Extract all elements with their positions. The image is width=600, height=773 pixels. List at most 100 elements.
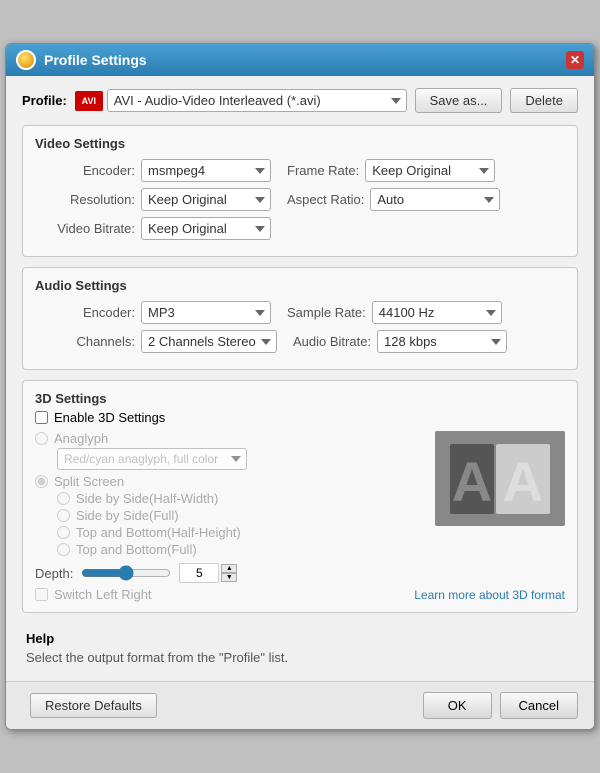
switch-leftright-checkbox[interactable] bbox=[35, 588, 48, 601]
footer-left: Restore Defaults bbox=[22, 693, 157, 718]
sidebyside-full-label: Side by Side(Full) bbox=[76, 508, 179, 523]
profile-label: Profile: bbox=[22, 93, 67, 108]
encoder-pair: Encoder: msmpeg4 bbox=[35, 159, 271, 182]
3d-content: Enable 3D Settings Anaglyph Red/cyan ana… bbox=[35, 410, 565, 602]
aspectratio-select[interactable]: Auto bbox=[370, 188, 500, 211]
topbottom-half-label: Top and Bottom(Half-Height) bbox=[76, 525, 241, 540]
framerate-select[interactable]: Keep Original bbox=[365, 159, 495, 182]
channels-value: 2 Channels Stereo bbox=[141, 330, 277, 353]
samplerate-pair: Sample Rate: 44100 Hz bbox=[287, 301, 502, 324]
close-button[interactable]: ✕ bbox=[566, 51, 584, 69]
ok-button[interactable]: OK bbox=[423, 692, 492, 719]
switch-label-wrapper: Switch Left Right bbox=[35, 587, 152, 602]
channels-pair: Channels: 2 Channels Stereo bbox=[35, 330, 277, 353]
enable-3d-label: Enable 3D Settings bbox=[54, 410, 165, 425]
profile-dropdown[interactable]: AVI - Audio-Video Interleaved (*.avi) bbox=[107, 89, 407, 112]
restore-defaults-button[interactable]: Restore Defaults bbox=[30, 693, 157, 718]
help-title: Help bbox=[26, 631, 574, 646]
audio-encoder-label: Encoder: bbox=[35, 305, 135, 320]
audio-settings-section: Audio Settings Encoder: MP3 Sample Rate:… bbox=[22, 267, 578, 370]
splitscreen-radio[interactable] bbox=[35, 475, 48, 488]
audiobitrate-pair: Audio Bitrate: 128 kbps bbox=[293, 330, 507, 353]
delete-button[interactable]: Delete bbox=[510, 88, 578, 113]
help-section: Help Select the output format from the "… bbox=[22, 623, 578, 669]
sidebyside-full-radio[interactable] bbox=[57, 509, 70, 522]
videobitrate-label: Video Bitrate: bbox=[35, 221, 135, 236]
audiobitrate-label: Audio Bitrate: bbox=[293, 334, 371, 349]
dialog-body: Profile: AVI AVI - Audio-Video Interleav… bbox=[6, 76, 594, 681]
profile-row: Profile: AVI AVI - Audio-Video Interleav… bbox=[22, 88, 578, 113]
samplerate-value: 44100 Hz bbox=[372, 301, 502, 324]
videobitrate-value: Keep Original bbox=[141, 217, 271, 240]
footer-right: OK Cancel bbox=[423, 692, 578, 719]
video-settings-section: Video Settings Encoder: msmpeg4 Frame Ra… bbox=[22, 125, 578, 257]
audio-encoder-select[interactable]: MP3 bbox=[141, 301, 271, 324]
profile-select-wrapper: AVI AVI - Audio-Video Interleaved (*.avi… bbox=[75, 89, 407, 112]
video-row-1: Encoder: msmpeg4 Frame Rate: Keep Origin… bbox=[35, 159, 565, 182]
sidebyside-half-label: Side by Side(Half-Width) bbox=[76, 491, 218, 506]
depth-slider[interactable] bbox=[81, 565, 171, 581]
3d-preview-box: A A bbox=[435, 431, 565, 526]
encoder-label: Encoder: bbox=[35, 163, 135, 178]
sidebyside-half-radio[interactable] bbox=[57, 492, 70, 505]
app-icon bbox=[16, 50, 36, 70]
aspectratio-value: Auto bbox=[370, 188, 500, 211]
audiobitrate-value: 128 kbps bbox=[377, 330, 507, 353]
encoder-select[interactable]: msmpeg4 bbox=[141, 159, 271, 182]
title-bar: Profile Settings ✕ bbox=[6, 44, 594, 76]
switch-row: Switch Left Right Learn more about 3D fo… bbox=[35, 587, 565, 602]
framerate-pair: Frame Rate: Keep Original bbox=[287, 159, 495, 182]
switch-leftright-label: Switch Left Right bbox=[54, 587, 152, 602]
videobitrate-select[interactable]: Keep Original bbox=[141, 217, 271, 240]
framerate-value: Keep Original bbox=[365, 159, 495, 182]
audio-row-1: Encoder: MP3 Sample Rate: 44100 Hz bbox=[35, 301, 565, 324]
depth-decrement-button[interactable]: ▼ bbox=[221, 573, 237, 582]
encoder-value: msmpeg4 bbox=[141, 159, 271, 182]
video-row-2: Resolution: Keep Original Aspect Ratio: … bbox=[35, 188, 565, 211]
topbottom-half-radio-row: Top and Bottom(Half-Height) bbox=[57, 525, 565, 540]
samplerate-select[interactable]: 44100 Hz bbox=[372, 301, 502, 324]
anaglyph-dropdown[interactable]: Red/cyan anaglyph, full color bbox=[57, 448, 247, 470]
profile-settings-dialog: Profile Settings ✕ Profile: AVI AVI - Au… bbox=[5, 43, 595, 730]
topbottom-full-radio-row: Top and Bottom(Full) bbox=[57, 542, 565, 557]
audio-settings-title: Audio Settings bbox=[35, 278, 565, 293]
depth-row: Depth: ▲ ▼ bbox=[35, 563, 565, 583]
audiobitrate-select[interactable]: 128 kbps bbox=[377, 330, 507, 353]
framerate-label: Frame Rate: bbox=[287, 163, 359, 178]
learn-more-link[interactable]: Learn more about 3D format bbox=[414, 588, 565, 602]
aspectratio-label: Aspect Ratio: bbox=[287, 192, 364, 207]
video-row-3: Video Bitrate: Keep Original bbox=[35, 217, 565, 240]
topbottom-half-radio[interactable] bbox=[57, 526, 70, 539]
save-as-button[interactable]: Save as... bbox=[415, 88, 503, 113]
topbottom-full-label: Top and Bottom(Full) bbox=[76, 542, 197, 557]
anaglyph-label: Anaglyph bbox=[54, 431, 108, 446]
resolution-select[interactable]: Keep Original bbox=[141, 188, 271, 211]
preview-aa-svg: A A bbox=[445, 439, 555, 519]
resolution-pair: Resolution: Keep Original bbox=[35, 188, 271, 211]
enable-3d-checkbox[interactable] bbox=[35, 411, 48, 424]
3d-settings-title: 3D Settings bbox=[35, 391, 565, 406]
resolution-label: Resolution: bbox=[35, 192, 135, 207]
depth-spinner: ▲ ▼ bbox=[221, 564, 237, 582]
enable-3d-row: Enable 3D Settings bbox=[35, 410, 565, 425]
3d-settings-section: 3D Settings Enable 3D Settings Anaglyph bbox=[22, 380, 578, 613]
resolution-value: Keep Original bbox=[141, 188, 271, 211]
profile-format-icon: AVI bbox=[75, 91, 103, 111]
samplerate-label: Sample Rate: bbox=[287, 305, 366, 320]
channels-select[interactable]: 2 Channels Stereo bbox=[141, 330, 277, 353]
anaglyph-radio[interactable] bbox=[35, 432, 48, 445]
dialog-footer: Restore Defaults OK Cancel bbox=[6, 681, 594, 729]
topbottom-full-radio[interactable] bbox=[57, 543, 70, 556]
svg-text:A: A bbox=[452, 450, 492, 513]
depth-value-input[interactable] bbox=[179, 563, 219, 583]
svg-text:A: A bbox=[503, 450, 543, 513]
audio-encoder-pair: Encoder: MP3 bbox=[35, 301, 271, 324]
depth-label: Depth: bbox=[35, 566, 73, 581]
cancel-button[interactable]: Cancel bbox=[500, 692, 578, 719]
depth-increment-button[interactable]: ▲ bbox=[221, 564, 237, 573]
video-settings-title: Video Settings bbox=[35, 136, 565, 151]
audio-encoder-value: MP3 bbox=[141, 301, 271, 324]
audio-row-2: Channels: 2 Channels Stereo Audio Bitrat… bbox=[35, 330, 565, 353]
videobitrate-pair: Video Bitrate: Keep Original bbox=[35, 217, 271, 240]
help-text: Select the output format from the "Profi… bbox=[26, 650, 574, 665]
